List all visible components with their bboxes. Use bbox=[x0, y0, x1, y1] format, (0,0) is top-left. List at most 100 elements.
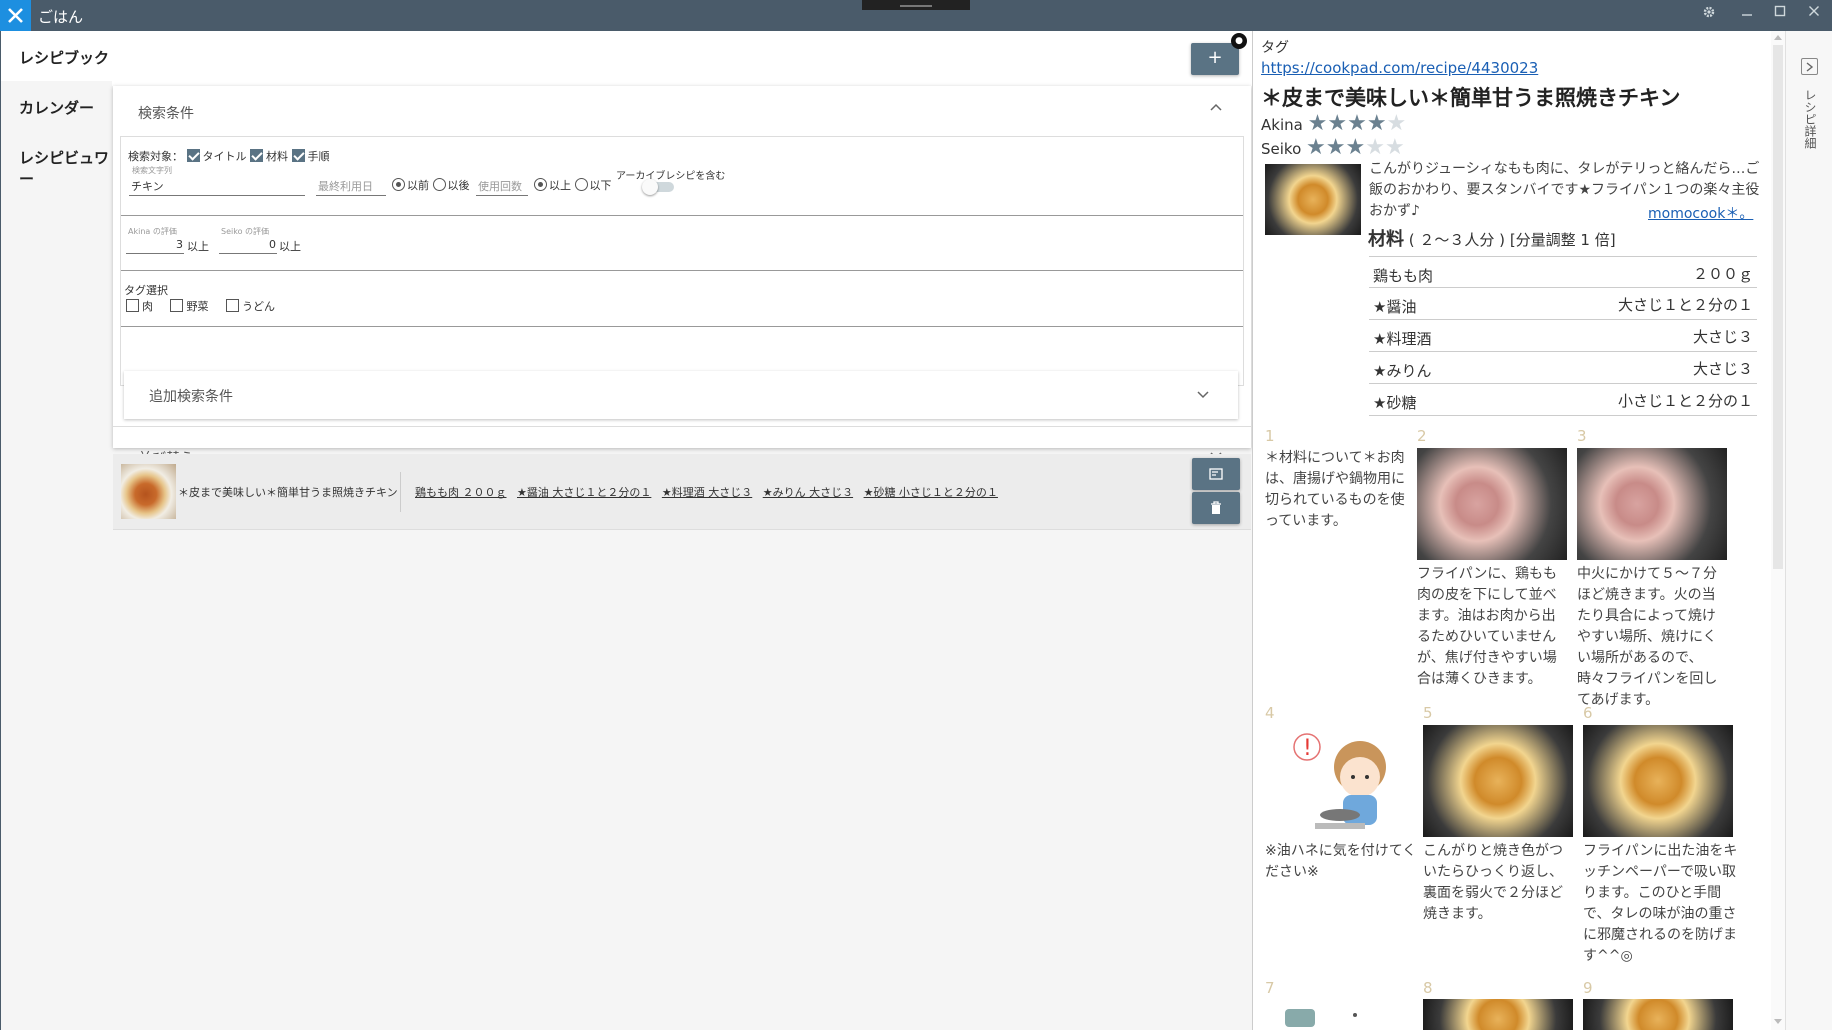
ingredient-row: ★料理酒 大さじ３ bbox=[1369, 320, 1757, 352]
chevron-up-icon[interactable] bbox=[1209, 101, 1223, 115]
target-title-checkbox[interactable] bbox=[186, 149, 200, 162]
rating-seiko: Seiko ★★★★★ bbox=[1261, 137, 1405, 159]
use-count-underline bbox=[476, 195, 528, 196]
search-string-input[interactable]: チキン bbox=[131, 178, 164, 194]
scroll-down-icon[interactable] bbox=[1774, 1019, 1782, 1025]
target-steps-label: 手順 bbox=[307, 150, 330, 163]
more-radio[interactable] bbox=[534, 178, 547, 191]
ingredient-name: ★醤油 bbox=[1373, 298, 1417, 316]
svg-text:!: ! bbox=[1303, 736, 1312, 761]
author-link[interactable]: momocook＊。 bbox=[1648, 203, 1753, 223]
chevron-right-icon bbox=[1806, 62, 1814, 72]
ingredients-header-row: 材料 ( ２～３人分 ) [分量調整 1 倍] bbox=[1368, 225, 1616, 251]
ingredient-row: ★醤油 大さじ１と２分の１ bbox=[1369, 288, 1757, 320]
servings: ( ２～３人分 ) bbox=[1408, 231, 1506, 249]
search-target-group: 検索対象： タイトル 材料 手順 bbox=[128, 148, 330, 164]
title-bar: ごはん bbox=[0, 0, 1832, 31]
tag-udon-label: うどん bbox=[241, 300, 275, 313]
rating-name: Akina bbox=[1261, 116, 1303, 134]
before-radio[interactable] bbox=[392, 178, 405, 191]
result-divider bbox=[400, 472, 401, 512]
star-icon[interactable]: ★ bbox=[1367, 111, 1387, 136]
step-number: 4 bbox=[1265, 704, 1275, 722]
tag-udon-checkbox[interactable] bbox=[225, 299, 239, 312]
ingredient-name: ★みりん bbox=[1373, 362, 1432, 380]
star-icon[interactable]: ★ bbox=[1327, 111, 1347, 136]
nav-recipebook[interactable]: レシピブック bbox=[1, 31, 113, 81]
drag-handle[interactable] bbox=[862, 0, 970, 10]
nav-calendar[interactable]: カレンダー bbox=[1, 81, 113, 131]
search-header[interactable]: 検索条件 bbox=[138, 103, 194, 123]
step-photo bbox=[1583, 999, 1733, 1030]
side-panel-label: レシピ詳細 bbox=[1803, 89, 1817, 149]
scrollbar-thumb[interactable] bbox=[1773, 45, 1783, 569]
delete-badge-icon[interactable]: ● bbox=[1231, 33, 1247, 49]
star-icon[interactable]: ★ bbox=[1347, 111, 1367, 136]
scale-adjust[interactable]: [分量調整 1 倍] bbox=[1510, 231, 1616, 249]
after-radio[interactable] bbox=[432, 178, 446, 191]
step-illustration: ! bbox=[1265, 725, 1415, 837]
seiko-rating-input[interactable]: 0 bbox=[269, 238, 276, 251]
akina-ijou: 以上 bbox=[187, 240, 209, 253]
delete-recipe-button[interactable] bbox=[1192, 492, 1240, 524]
tag-meat-checkbox[interactable] bbox=[126, 299, 139, 312]
window-title: ごはん bbox=[38, 8, 84, 26]
add-recipe-button[interactable]: + bbox=[1191, 43, 1239, 75]
step-number: 2 bbox=[1417, 427, 1427, 445]
star-icon[interactable]: ★ bbox=[1308, 111, 1328, 136]
recipe-photo bbox=[1265, 164, 1361, 235]
akina-rating-label: Akina の評価 bbox=[128, 227, 177, 236]
star-icon[interactable]: ★ bbox=[1385, 135, 1405, 160]
ingredient-name: 鶏もも肉 bbox=[1373, 267, 1434, 285]
star-icon[interactable]: ★ bbox=[1326, 135, 1346, 160]
detail-scrollbar[interactable] bbox=[1771, 31, 1785, 1030]
rating-name: Seiko bbox=[1261, 140, 1302, 158]
less-radio[interactable] bbox=[574, 178, 588, 191]
archive-label: アーカイブレシピを含む bbox=[616, 171, 726, 182]
step-number: 9 bbox=[1583, 979, 1593, 997]
gear-icon[interactable] bbox=[1699, 5, 1719, 25]
step-text: ＊材料について＊お肉は、唐揚げや鍋物用に切られているものを使っています。 bbox=[1265, 450, 1405, 529]
last-used-input[interactable]: 最終利用日 bbox=[318, 178, 373, 194]
step-photo bbox=[1423, 725, 1573, 837]
extra-search-header[interactable]: 追加検索条件 bbox=[149, 386, 233, 406]
nav-recipeviewer[interactable]: レシピビュワー bbox=[1, 131, 113, 188]
result-row[interactable]: ＊皮まで美味しい＊簡単甘うま照焼きチキン 鶏もも肉 ２００ｇ ★醤油 大さじ１と… bbox=[113, 454, 1251, 530]
step-number: 6 bbox=[1583, 704, 1593, 722]
step-text: フライパンに、鶏もも肉の皮を下にして並べます。油はお肉から出るためひいていません… bbox=[1417, 566, 1557, 687]
minimize-icon[interactable] bbox=[1737, 5, 1757, 25]
akina-rating-input[interactable]: 3 bbox=[176, 238, 183, 251]
edit-recipe-button[interactable] bbox=[1192, 458, 1240, 490]
star-icon[interactable]: ★ bbox=[1387, 111, 1407, 136]
target-steps-checkbox[interactable] bbox=[291, 149, 305, 162]
use-count-input[interactable]: 使用回数 bbox=[478, 178, 522, 194]
star-icon[interactable]: ★ bbox=[1365, 135, 1385, 160]
chevron-down-icon[interactable] bbox=[1196, 387, 1210, 401]
ingredient-name: ★料理酒 bbox=[1373, 330, 1432, 348]
recipe-url-link[interactable]: https://cookpad.com/recipe/4430023 bbox=[1261, 59, 1538, 77]
archive-toggle[interactable] bbox=[642, 179, 674, 195]
edit-icon bbox=[1209, 468, 1223, 480]
ingredient-name: ★砂糖 bbox=[1373, 394, 1417, 412]
scroll-up-icon[interactable] bbox=[1774, 34, 1782, 40]
close-icon[interactable] bbox=[1804, 5, 1824, 25]
result-thumbnail bbox=[121, 464, 176, 519]
result-ingredient: ★みりん 大さじ３ bbox=[762, 486, 854, 499]
maximize-icon[interactable] bbox=[1770, 5, 1790, 25]
result-ingredient: ★料理酒 大さじ３ bbox=[661, 486, 753, 499]
ingredient-row: 鶏もも肉 ２００ｇ bbox=[1369, 256, 1757, 288]
star-icon[interactable]: ★ bbox=[1346, 135, 1366, 160]
expand-panel-button[interactable] bbox=[1801, 58, 1818, 75]
divider-1 bbox=[121, 215, 1243, 216]
result-ingredient: 鶏もも肉 ２００ｇ bbox=[415, 486, 507, 499]
seiko-underline bbox=[219, 253, 277, 254]
star-icon[interactable]: ★ bbox=[1306, 135, 1326, 160]
ingredient-qty: 大さじ１と２分の１ bbox=[1617, 296, 1753, 314]
target-ingredients-checkbox[interactable] bbox=[250, 149, 263, 162]
extra-search-panel[interactable]: 追加検索条件 bbox=[124, 371, 1238, 419]
target-ingredients-label: 材料 bbox=[266, 150, 288, 163]
result-title: ＊皮まで美味しい＊簡単甘うま照焼きチキン bbox=[178, 486, 398, 499]
seiko-ijou: 以上 bbox=[279, 240, 301, 253]
recipe-detail: タグ https://cookpad.com/recipe/4430023 ＊皮… bbox=[1252, 31, 1771, 1030]
tag-vegetable-checkbox[interactable] bbox=[170, 299, 184, 312]
